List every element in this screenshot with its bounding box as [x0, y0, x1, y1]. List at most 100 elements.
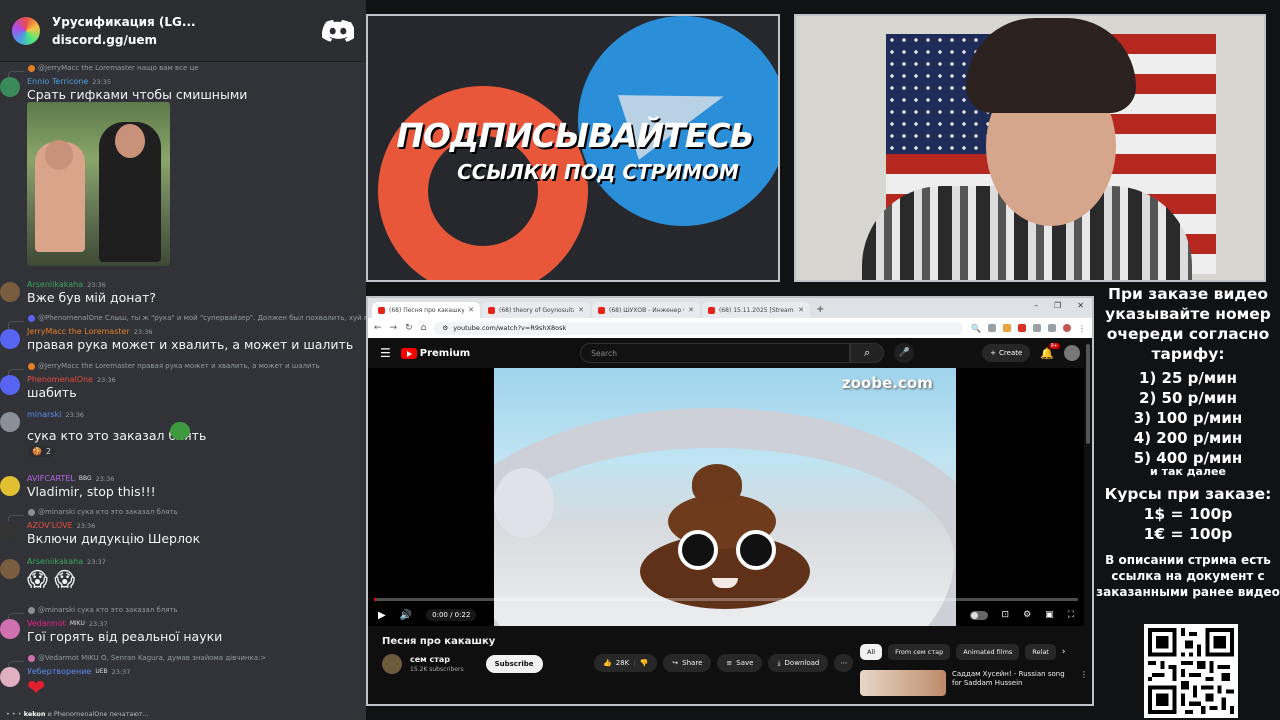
chip-from-channel[interactable]: From сем стар [888, 644, 951, 660]
avatar[interactable] [0, 521, 20, 541]
avatar[interactable] [0, 476, 20, 496]
poop-character [640, 464, 810, 614]
reply-preview[interactable]: @Vedarmot MIKU О, Senran Kagura, думав з… [28, 654, 266, 662]
avatar[interactable] [0, 667, 20, 687]
server-invite-link[interactable]: discord.gg/uem [52, 33, 310, 47]
browser-tab[interactable]: (68) 15.11.2025 [Stream-chr✕ [702, 302, 810, 318]
username[interactable]: Vedarmot [27, 619, 66, 628]
close-tab-icon[interactable]: ✕ [798, 306, 804, 314]
search-input[interactable]: Search [580, 343, 851, 363]
qr-code[interactable] [1144, 624, 1238, 718]
gif-attachment[interactable] [27, 102, 170, 266]
back-icon[interactable]: ← [374, 323, 382, 333]
extension-icon[interactable] [1018, 323, 1026, 332]
username[interactable]: Arseniikakaha [27, 557, 83, 566]
message-text: Vladimir, stop this!!! [27, 484, 156, 499]
reply-preview[interactable]: @JerryMacc the Loremaster нащо вам все ц… [28, 64, 199, 72]
profile-icon[interactable] [1063, 323, 1071, 332]
avatar[interactable] [0, 282, 20, 302]
download-button[interactable]: ⤓ Download [768, 654, 829, 672]
username[interactable]: Arseniikakaha [27, 280, 83, 289]
username[interactable]: Ennio Terricone [27, 77, 88, 86]
username[interactable]: JerryMacc the Loremaster [27, 327, 130, 336]
username[interactable]: minarski [27, 410, 61, 419]
like-button[interactable]: 👍 28K | 👎 [594, 654, 658, 672]
miniplayer-icon[interactable]: ▣ [1045, 610, 1054, 620]
extension-icon[interactable] [1033, 323, 1041, 332]
username[interactable]: PhenomenalOne [27, 375, 93, 384]
avatar[interactable] [0, 375, 20, 395]
timestamp: 23:35 [92, 77, 111, 86]
browser-tab[interactable]: (68) ШУХОВ - Инженер СССР✕ [592, 302, 700, 318]
avatar[interactable] [0, 619, 20, 639]
reaction[interactable]: 🍪 2 [28, 446, 56, 457]
extension-icon[interactable] [988, 323, 996, 332]
extension-icon[interactable] [1003, 323, 1011, 332]
maximize-icon[interactable]: ❐ [1054, 301, 1061, 310]
hamburger-menu-icon[interactable]: ☰ [380, 346, 391, 360]
more-actions-button[interactable]: ⋯ [834, 654, 854, 672]
avatar[interactable] [0, 559, 20, 579]
close-tab-icon[interactable]: ✕ [578, 306, 584, 314]
youtube-favicon-icon [488, 306, 495, 314]
youtube-logo[interactable]: Premium [400, 347, 470, 359]
progress-bar[interactable] [374, 598, 1078, 601]
browser-tab[interactable]: (68) Песня про какашку - YouT✕ [372, 302, 480, 318]
close-tab-icon[interactable]: ✕ [688, 306, 694, 314]
new-tab-button[interactable]: + [816, 302, 824, 318]
avatar[interactable] [0, 77, 20, 97]
reply-preview[interactable]: @minarski сука кто это заказал блять [28, 606, 178, 614]
account-avatar[interactable] [1064, 345, 1080, 361]
create-button[interactable]: + Create [982, 344, 1031, 362]
username[interactable]: AVIFCARTEL [27, 474, 75, 483]
username[interactable]: Уебертворение [27, 667, 91, 676]
browser-menu-icon[interactable]: ⋮ [1078, 324, 1086, 333]
server-icon [12, 16, 40, 45]
settings-gear-icon[interactable]: ⚙ [1023, 610, 1031, 620]
forward-icon[interactable]: → [390, 323, 398, 333]
chip-animated-films[interactable]: Animated films [956, 644, 1020, 660]
subtitles-icon[interactable]: ⊡ [1002, 610, 1010, 620]
reply-preview[interactable]: @PhenomenalOne Слыш, ты ж "рука" и мой "… [28, 314, 366, 322]
video-player[interactable]: zoobe.com ▶ 🔊 0:00 / 0:22 ⊡ ⚙ ▣ ⛶ [368, 368, 1084, 626]
notifications-bell-icon[interactable]: 🔔 9+ [1040, 342, 1060, 360]
fullscreen-icon[interactable]: ⛶ [1068, 610, 1074, 620]
autoplay-toggle[interactable] [969, 610, 988, 620]
play-icon[interactable]: ▶ [378, 610, 386, 621]
recommended-video-title[interactable]: Саддам Хусейн! - Russian song for Saddam… [952, 670, 1074, 696]
minimize-icon[interactable]: – [1034, 301, 1038, 310]
save-button[interactable]: ≡ Save [717, 654, 763, 672]
timestamp: 23:36 [133, 327, 153, 336]
recommended-video[interactable]: Саддам Хусейн! - Russian song for Saddam… [860, 670, 1088, 696]
avatar[interactable] [0, 329, 20, 349]
share-button[interactable]: ↪ Share [663, 654, 712, 672]
avatar[interactable] [0, 412, 20, 432]
search-icon[interactable]: ⌕ [850, 343, 885, 363]
more-options-icon[interactable]: ⋮ [1080, 670, 1088, 696]
subscribe-button[interactable]: Subscribe [485, 655, 543, 673]
reply-preview[interactable]: @JerryMacc the Loremaster правая рука мо… [28, 362, 320, 370]
reply-preview[interactable]: @minarski сука кто это заказал блять [28, 508, 178, 516]
video-actions: 👍 28K | 👎 ↪ Share ≡ Save ⤓ Download ⋯ [594, 654, 854, 672]
home-icon[interactable]: ⌂ [421, 323, 427, 333]
thumbs-down-icon[interactable]: 👎 [640, 659, 649, 667]
volume-icon[interactable]: 🔊 [400, 610, 412, 621]
chevron-right-icon[interactable]: › [1062, 647, 1066, 657]
bookmark-icon[interactable] [1048, 323, 1056, 332]
channel-avatar[interactable] [382, 654, 402, 674]
site-info-icon[interactable]: ⚙ [442, 324, 448, 332]
reload-icon[interactable]: ↻ [405, 323, 413, 333]
browser-tab[interactable]: (68) theory of Goynosuitar ✕ [482, 302, 590, 318]
address-bar[interactable]: ⚙ youtube.com/watch?v=R9shX8osk [434, 321, 964, 335]
chip-related[interactable]: Relat [1025, 644, 1056, 660]
chip-all[interactable]: All [860, 644, 883, 660]
close-tab-icon[interactable]: ✕ [468, 306, 474, 314]
zoom-icon[interactable]: 🔍 [971, 324, 981, 333]
channel-name[interactable]: сем стар [410, 655, 464, 664]
banner-title: ПОДПИСЫВАЙТЕСЬ [396, 116, 754, 155]
video-thumbnail[interactable] [860, 670, 946, 696]
close-window-icon[interactable]: ✕ [1077, 301, 1084, 310]
microphone-icon[interactable]: 🎤 [894, 343, 915, 363]
username[interactable]: AZOV'LOVE [27, 521, 73, 530]
scrollbar[interactable] [1086, 344, 1090, 444]
